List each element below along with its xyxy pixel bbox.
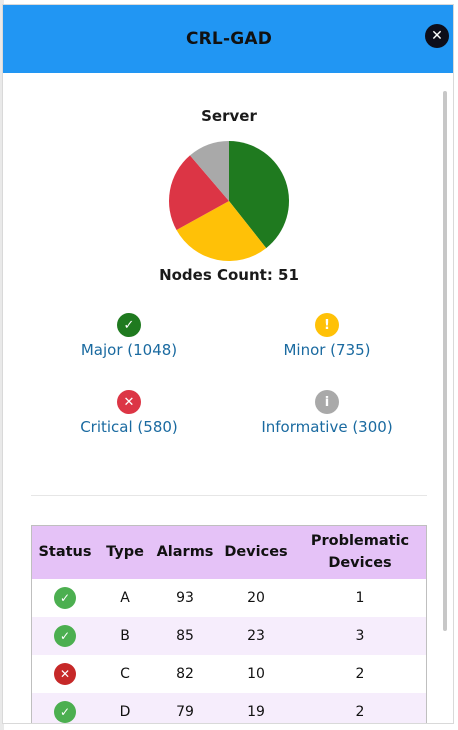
problematic-devices-cell: 2 — [293, 693, 427, 723]
legend-critical-link[interactable]: Critical (580) — [29, 418, 229, 436]
info-icon: i — [315, 390, 339, 414]
legend-critical[interactable]: ✕ Critical (580) — [29, 390, 229, 436]
devices-cell: 19 — [219, 693, 293, 723]
check-icon: ✓ — [117, 313, 141, 337]
column-header-problematic-devices[interactable]: Problematic Devices — [293, 525, 427, 579]
x-icon: ✕ — [54, 663, 76, 685]
divider — [31, 495, 427, 496]
problematic-devices-cell: 2 — [293, 655, 427, 693]
legend-informative-link[interactable]: Informative (300) — [227, 418, 427, 436]
table-header-row: Status Type Alarms Devices Problematic D… — [31, 525, 427, 579]
check-icon: ✓ — [54, 625, 76, 647]
devices-cell: 10 — [219, 655, 293, 693]
alarms-cell: 85 — [151, 617, 219, 655]
type-cell: A — [99, 579, 151, 617]
type-cell: B — [99, 617, 151, 655]
check-icon: ✓ — [54, 587, 76, 609]
alarms-cell: 79 — [151, 693, 219, 723]
scrollbar[interactable] — [443, 91, 447, 631]
status-cell: ✕ — [31, 655, 99, 693]
table-row[interactable]: ✕ C 82 10 2 — [31, 655, 427, 693]
legend-minor-link[interactable]: Minor (735) — [227, 341, 427, 359]
devices-cell: 20 — [219, 579, 293, 617]
column-header-status[interactable]: Status — [31, 525, 99, 579]
column-header-type[interactable]: Type — [99, 525, 151, 579]
exclamation-icon: ! — [315, 313, 339, 337]
close-icon: ✕ — [431, 28, 443, 44]
alarms-cell: 93 — [151, 579, 219, 617]
problematic-devices-cell: 3 — [293, 617, 427, 655]
nodes-count: Nodes Count: 51 — [159, 266, 299, 284]
alarms-cell: 82 — [151, 655, 219, 693]
legend-minor[interactable]: ! Minor (735) — [227, 313, 427, 359]
server-details-panel: CRL-GAD ✕ Server Nodes Count: 51 ✓ Major… — [2, 4, 454, 724]
type-cell: D — [99, 693, 151, 723]
type-cell: C — [99, 655, 151, 693]
problematic-devices-cell: 1 — [293, 579, 427, 617]
panel-header: CRL-GAD ✕ — [3, 5, 453, 73]
legend-major-link[interactable]: Major (1048) — [29, 341, 229, 359]
table-row[interactable]: ✓ A 93 20 1 — [31, 579, 427, 617]
check-icon: ✓ — [54, 701, 76, 723]
column-header-devices[interactable]: Devices — [219, 525, 293, 579]
devices-cell: 23 — [219, 617, 293, 655]
table-row[interactable]: ✓ B 85 23 3 — [31, 617, 427, 655]
close-button[interactable]: ✕ — [425, 24, 449, 48]
alarms-table: Status Type Alarms Devices Problematic D… — [31, 525, 427, 723]
status-cell: ✓ — [31, 579, 99, 617]
legend-major[interactable]: ✓ Major (1048) — [29, 313, 229, 359]
column-header-alarms[interactable]: Alarms — [151, 525, 219, 579]
x-icon: ✕ — [117, 390, 141, 414]
section-title: Server — [201, 107, 257, 125]
status-cell: ✓ — [31, 617, 99, 655]
severity-pie-chart — [169, 141, 289, 261]
table-row[interactable]: ✓ D 79 19 2 — [31, 693, 427, 723]
status-cell: ✓ — [31, 693, 99, 723]
panel-title: CRL-GAD — [185, 29, 273, 49]
legend-informative[interactable]: i Informative (300) — [227, 390, 427, 436]
